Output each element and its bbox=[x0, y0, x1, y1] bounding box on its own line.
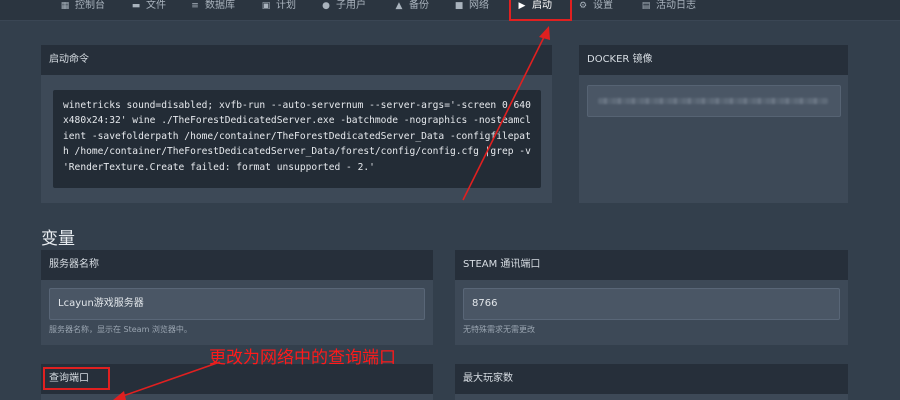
annotation-arrows bbox=[113, 26, 550, 400]
arrow-head-startup-tab bbox=[539, 26, 550, 40]
arrow-head-query-port bbox=[113, 391, 126, 400]
arrow-to-startup-tab bbox=[462, 32, 547, 201]
arrow-to-query-port bbox=[119, 361, 221, 398]
